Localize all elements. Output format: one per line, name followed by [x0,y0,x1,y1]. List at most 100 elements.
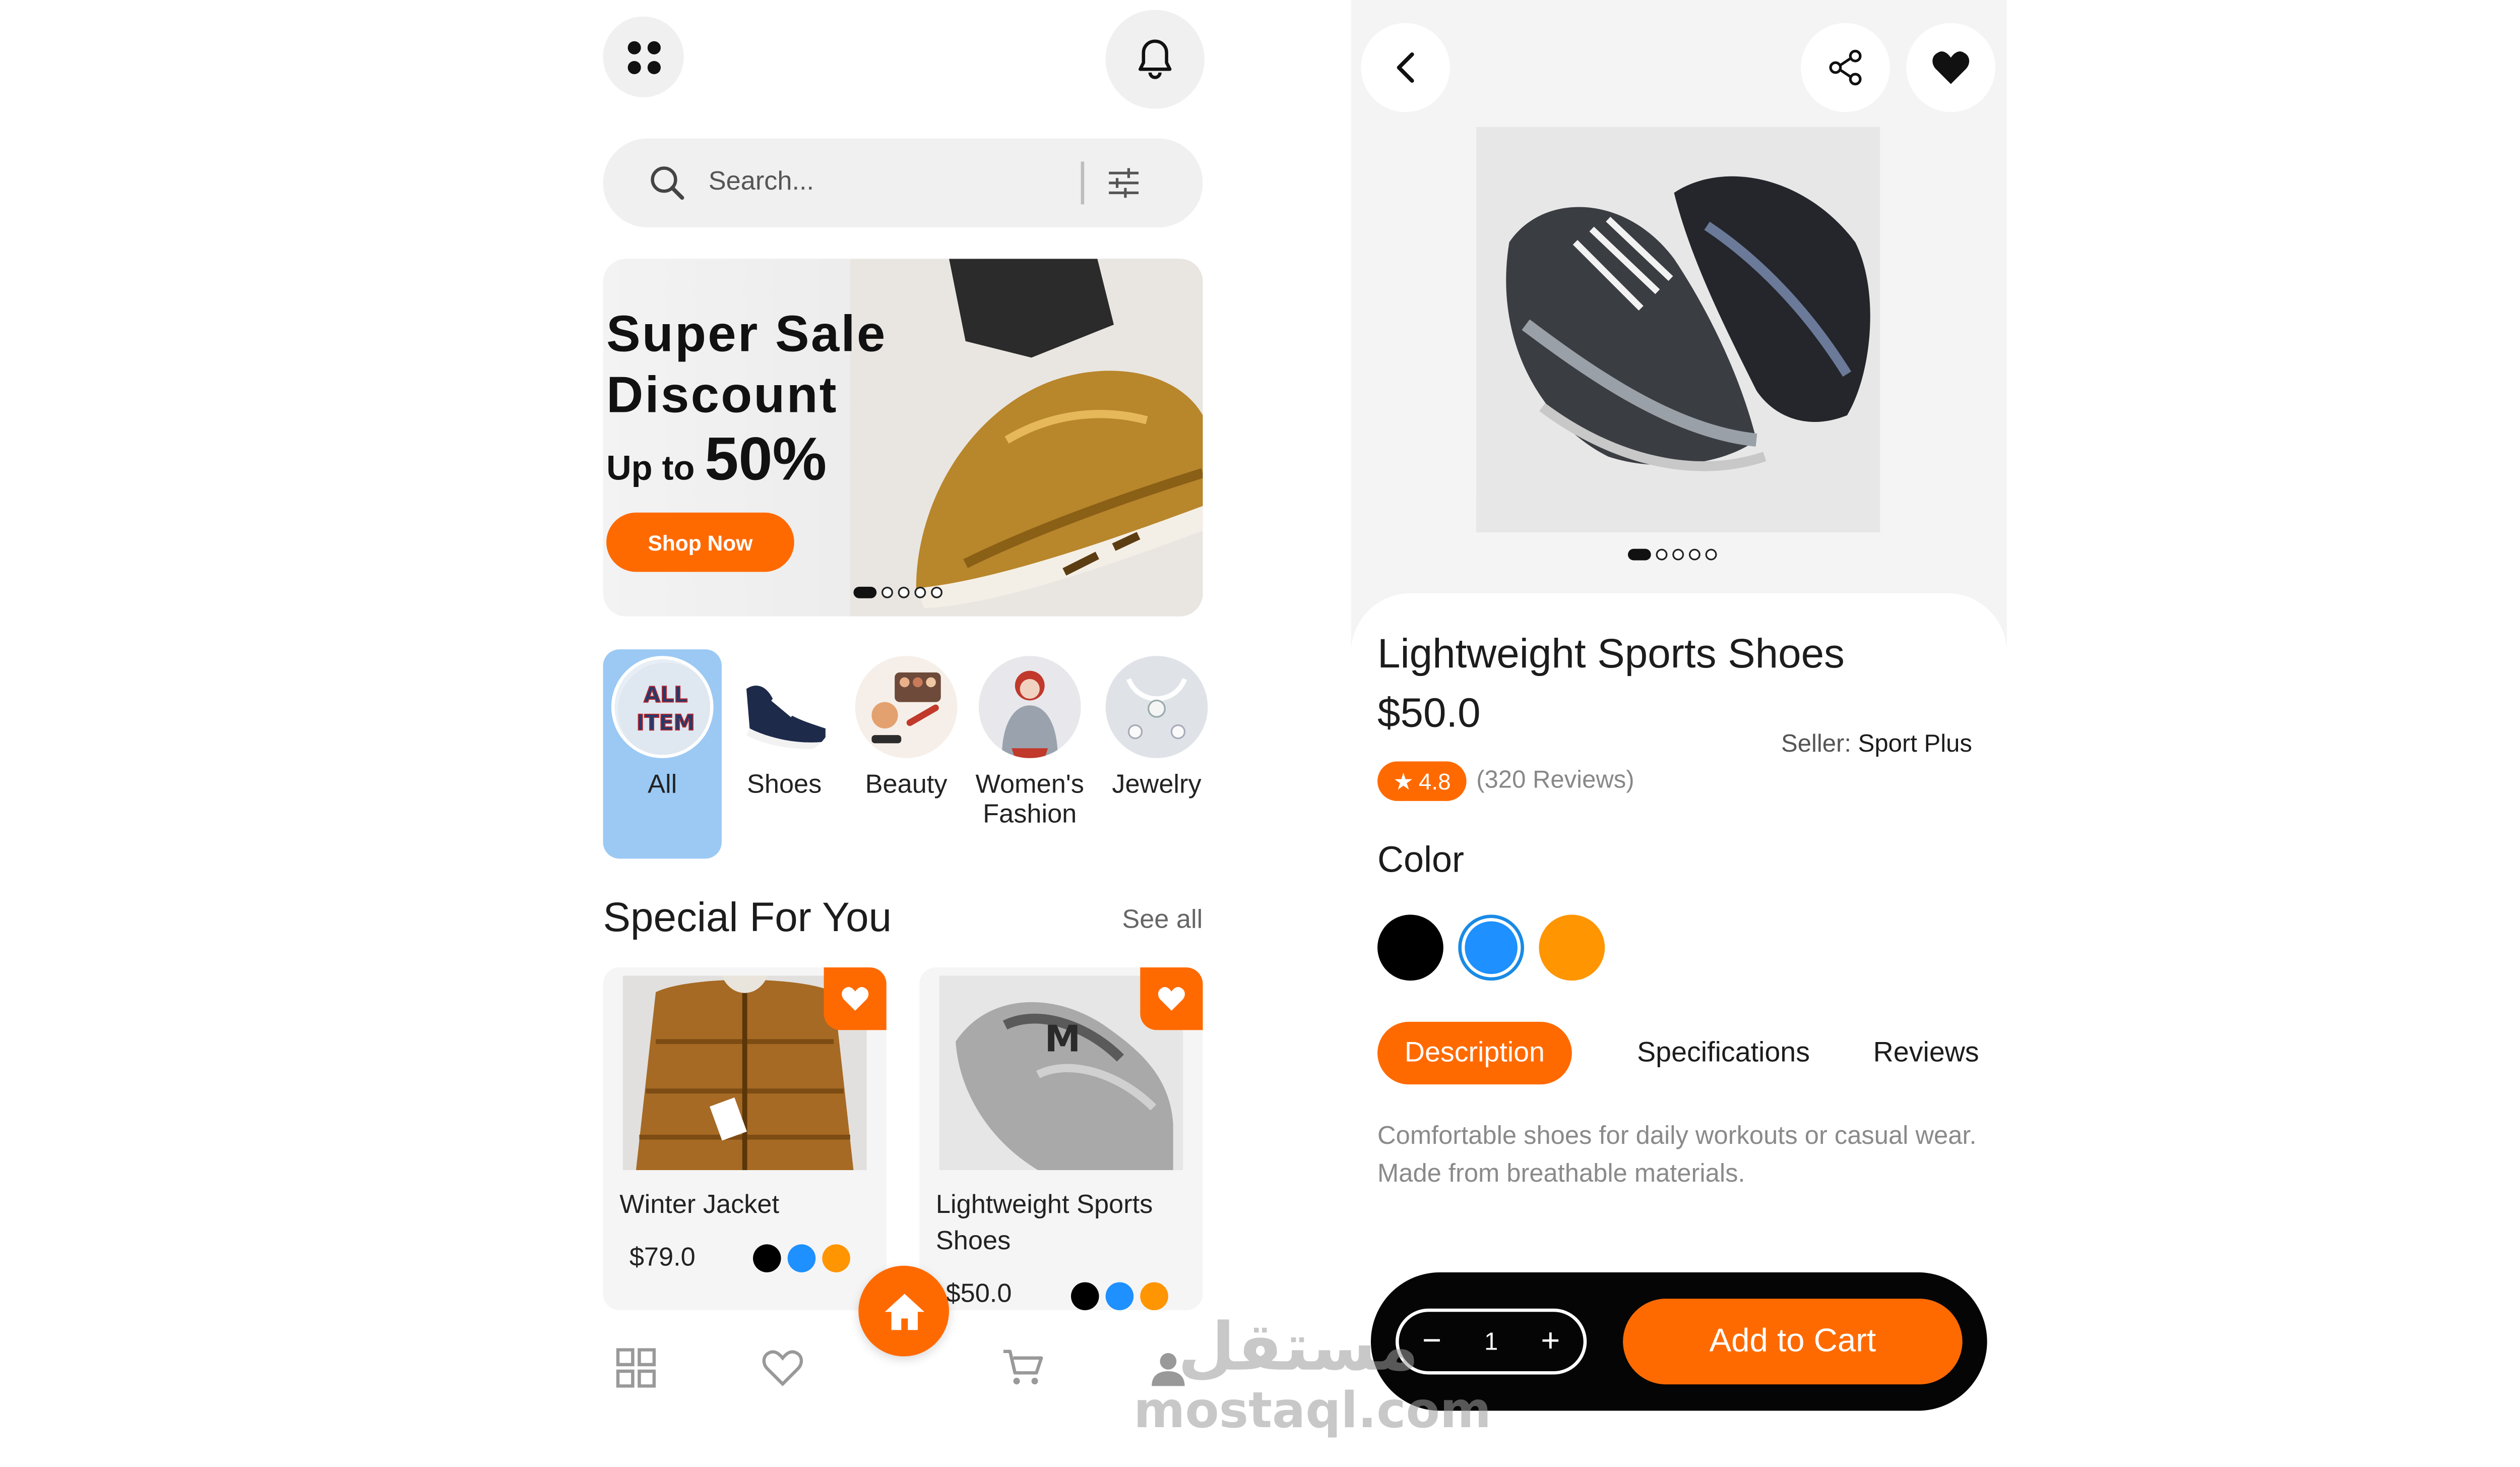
color-option-blue[interactable] [1458,914,1525,981]
product-price: $50.0 [1377,690,1481,737]
promo-banner[interactable]: Super Sale Discount Up to 50% Shop Now [603,259,1203,617]
all-items-badge-line2: ITEM [637,711,695,736]
category-womens-fashion[interactable]: Women's Fashion [972,649,1088,831]
jewelry-icon [1126,678,1187,740]
all-items-badge-line1: ALL [644,683,687,708]
product-price: $50.0 [946,1280,1012,1309]
nav-home[interactable] [858,1265,950,1357]
color-option-black[interactable] [1377,914,1443,981]
share-icon [1829,49,1862,86]
swatch-orange [1140,1282,1168,1311]
sneaker-banner-image [850,259,1203,617]
shop-now-button[interactable]: Shop Now [606,512,794,572]
heart-icon [1158,987,1185,1011]
product-card-sports-shoes[interactable]: M Lightweight Sports Shoes $50.0 [919,967,1203,1311]
heart-filled-icon [1932,51,1970,84]
swatch-black [753,1244,781,1272]
watermark-arabic: مستقل [1177,1310,1419,1386]
apps-grid-icon [626,40,660,74]
watermark: مستقل mostaql.com [1133,1310,1492,1450]
rating-badge: ★ 4.8 [1377,761,1467,801]
share-button[interactable] [1801,23,1890,112]
woman-fashion-icon [1001,670,1058,758]
category-beauty[interactable]: Beauty [849,649,964,801]
category-label: Women's Fashion [975,771,1084,829]
pager-dot[interactable] [931,586,942,598]
category-beauty-image [855,656,958,758]
product-color-swatches [1070,1282,1168,1311]
category-label: Beauty [865,771,948,800]
star-icon: ★ [1393,767,1414,794]
nav-favorites[interactable] [758,1345,807,1391]
color-option-orange[interactable] [1539,914,1605,981]
notifications-button[interactable] [1105,10,1205,109]
chevron-left-icon [1397,52,1414,83]
category-all[interactable]: ALL ITEM All [603,649,722,859]
seller-name[interactable]: Sport Plus [1858,730,1972,758]
grid-icon [616,1348,656,1388]
review-count[interactable]: (320 Reviews) [1476,766,1634,794]
watermark-latin: mostaql.com [1133,1382,1492,1441]
product-title: Lightweight Sports Shoes [1377,631,1845,678]
category-shoes[interactable]: Shoes [727,649,842,801]
tab-reviews[interactable]: Reviews [1865,1022,1987,1084]
see-all-link[interactable]: See all [1122,906,1203,936]
color-label: Color [1377,839,1464,880]
increase-quantity-button[interactable]: + [1534,1323,1567,1361]
category-shoes-image [733,656,836,758]
category-womens-fashion-image [978,656,1081,758]
banner-pager[interactable] [853,586,942,598]
pager-dot-active[interactable] [1627,548,1651,561]
swatch-black [1070,1282,1099,1311]
product-price: $79.0 [629,1244,696,1272]
tab-specifications[interactable]: Specifications [1624,1022,1822,1084]
sneaker-pair-image [1476,127,1880,532]
swatch-orange [822,1244,850,1272]
add-to-cart-button[interactable]: Add to Cart [1623,1299,1963,1385]
heart-icon [842,987,869,1011]
pager-dot-active[interactable] [853,586,877,598]
pager-dot[interactable] [898,586,910,598]
back-button[interactable] [1361,23,1450,112]
search-icon [651,166,684,200]
seller-label: Seller: [1781,730,1852,758]
product-description: Comfortable shoes for daily workouts or … [1377,1122,1977,1189]
makeup-icon [871,672,941,744]
category-jewelry[interactable]: Jewelry [1099,649,1215,801]
menu-button[interactable] [603,16,684,97]
favorite-button[interactable] [1140,967,1203,1030]
nav-cart[interactable] [998,1345,1048,1391]
pager-dot[interactable] [1705,548,1717,561]
product-card-winter-jacket[interactable]: Winter Jacket $79.0 [603,967,887,1311]
swatch-blue [787,1244,816,1272]
banner-headline-2: Discount [606,365,838,424]
category-all-image: ALL ITEM [611,656,714,758]
seller-info: Seller: Sport Plus [1781,730,1972,758]
product-hero-image[interactable] [1476,127,1880,532]
pager-dot[interactable] [1688,548,1700,561]
search-input[interactable]: Search... [709,168,814,198]
product-name: Lightweight Sports Shoes [935,1191,1153,1256]
search-divider [1081,161,1085,205]
favorite-toggle-button[interactable] [1906,23,1996,112]
tab-description[interactable]: Description [1377,1021,1572,1085]
product-name: Winter Jacket [619,1191,780,1220]
pager-dot[interactable] [914,586,926,598]
category-label: Shoes [746,771,822,800]
shoe-logo-letter: M [1045,1018,1081,1060]
search-bar[interactable]: Search... [603,138,1203,228]
favorite-button[interactable] [824,967,887,1030]
gallery-pager[interactable] [1627,548,1717,561]
pager-dot[interactable] [1656,548,1668,561]
swatch-blue [1105,1282,1134,1311]
banner-headline-1: Super Sale [606,304,887,363]
heart-outline-icon [762,1350,803,1386]
nav-grid[interactable] [611,1345,661,1391]
cart-icon [1003,1350,1043,1385]
pager-dot[interactable] [881,586,893,598]
banner-discount: Up to 50% [606,425,827,494]
home-icon [884,1293,924,1329]
pager-dot[interactable] [1672,548,1684,561]
filter-icon[interactable] [1107,166,1140,199]
bell-icon [1139,39,1172,79]
